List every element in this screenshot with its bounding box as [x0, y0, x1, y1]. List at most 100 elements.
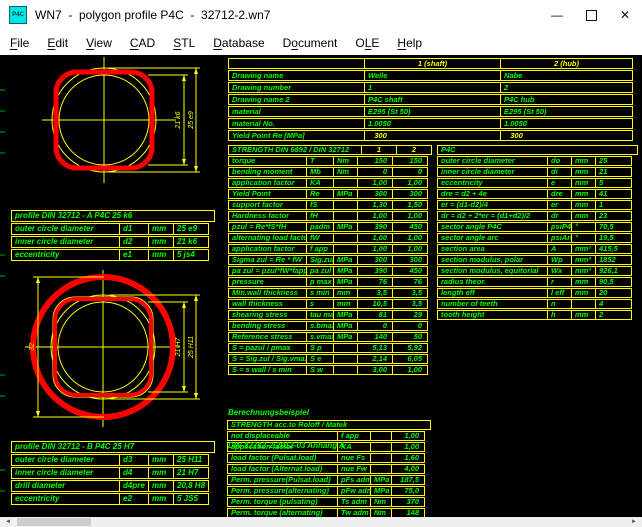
table-cell: s [306, 299, 334, 309]
table-cell [333, 244, 358, 254]
hub-dim-outer-label: 32 [29, 343, 36, 351]
horizontal-scrollbar[interactable]: ◄ ► [0, 517, 642, 527]
table-cell: 390 [357, 222, 393, 232]
table-cell: Hardness factor [228, 211, 307, 221]
minimize-button[interactable]: — [540, 0, 574, 30]
table-row: outer circle diameterdomm25 [437, 156, 638, 166]
maximize-button[interactable] [574, 0, 608, 30]
table-row: outer circle diameterd3mm25 H11 [11, 454, 215, 466]
table-cell: P4C [437, 145, 638, 155]
table-cell: d4 [119, 467, 149, 479]
table-cell: 1,00 [391, 442, 425, 452]
menu-item-edit[interactable]: Edit [38, 33, 77, 53]
table-cell: e [547, 178, 572, 188]
menu-item-view[interactable]: View [77, 33, 121, 53]
table-cell: 300 [392, 255, 428, 265]
table-row: pressurep maxMPa7676 [228, 277, 432, 287]
scroll-left-arrow-icon[interactable]: ◄ [0, 517, 16, 527]
table-cell: d1 [119, 223, 149, 235]
table-cell: do [547, 156, 572, 166]
table-cell: 1 (shaft) [364, 58, 501, 69]
table-cell: drill diameter [11, 480, 120, 492]
scrollbar-track[interactable] [16, 517, 626, 527]
table-row: profile DIN 32712 - B P4C 25 H7 [11, 441, 215, 453]
table-cell: 41 [595, 189, 632, 199]
close-button[interactable]: ✕ [608, 0, 642, 30]
table-cell: 20 [595, 288, 632, 298]
table-cell: Yield Point Re [MPa] [228, 130, 365, 141]
table-cell: MPa [333, 332, 358, 342]
table-cell: 926,1 [595, 266, 632, 276]
table-cell: mm [571, 200, 596, 210]
hub-dim-inner-label: 21 H7 [175, 337, 182, 358]
menu-item-document[interactable]: Document [274, 33, 347, 53]
table-row: dre = d2 + 4edremm41 [437, 189, 638, 199]
table-cell: 415,5 [595, 244, 632, 254]
table-cell: er = (d1-d2)/4 [437, 200, 548, 210]
menu-item-help[interactable]: Help [388, 33, 431, 53]
table-cell: eccentricity [437, 178, 548, 188]
table-row: Perm. pressure(Pulsat.load)pFs admMPa187… [227, 475, 431, 485]
table-row: torqueTNm150150 [228, 156, 432, 166]
table-cell: r [547, 277, 572, 287]
note-line-1: Berechnungsbeispiel [228, 407, 345, 418]
table-row: application factorKA1,001,00 [228, 178, 432, 188]
table-cell: Drawing name [228, 70, 365, 81]
table-cell: 2 (hub) [500, 58, 633, 69]
table-row: profile DIN 32712 - A P4C 25 k6 [11, 210, 215, 222]
menu-item-file[interactable]: File [1, 33, 38, 53]
table-cell: outer circle diameter [11, 454, 120, 466]
table-cell: ° [571, 222, 596, 232]
table-row: application factorf app1,001,00 [228, 244, 432, 254]
table-cell: 1,00 [357, 211, 393, 221]
menu-item-stl[interactable]: STL [164, 33, 204, 53]
table-cell: 300 [357, 255, 393, 265]
app-icon: P4C [9, 6, 27, 24]
table-cell: 140 [357, 332, 393, 342]
table-cell: 1,00 [392, 211, 428, 221]
table-cell: Yield Point [228, 189, 307, 199]
scroll-right-arrow-icon[interactable]: ► [626, 517, 642, 527]
table-cell: length eff [437, 288, 548, 298]
table-cell: mm [148, 467, 174, 479]
table-row: Perm. torque (pulsating)Ts admNm370 [227, 497, 431, 507]
table-cell [571, 299, 596, 309]
cad-canvas: 21 k6 25 e9 [0, 55, 642, 517]
table-cell: mm [571, 310, 596, 320]
table-cell: pzul = Re*fS*fH [228, 222, 307, 232]
table-cell: psiP4C [547, 222, 572, 232]
table-row: pzul = Re*fS*fHpadmMPa390450 [228, 222, 432, 232]
table-row: number of teethn4 [437, 299, 638, 309]
menu-item-ole[interactable]: OLE [346, 33, 388, 53]
table-row: Drawing nameWelleNabe [228, 70, 633, 81]
menu-item-database[interactable]: Database [204, 33, 273, 53]
table-cell: Wp [547, 255, 572, 265]
table-cell: 2,14 [357, 354, 393, 364]
table-cell: wall thickness [228, 299, 307, 309]
table-row: Hardness factorfH1,001,00 [228, 211, 432, 221]
table-cell: alternating load factor [228, 233, 307, 243]
table-cell: T [306, 156, 334, 166]
table-row: drill diameterd4premm20,8 H8 [11, 480, 215, 492]
table-cell: dre [547, 189, 572, 199]
table-cell: dr = d2 + 2*er = (d1+d2)/2 [437, 211, 548, 221]
table-cell: mm [333, 288, 358, 298]
table-cell [333, 233, 358, 243]
menu-item-cad[interactable]: CAD [121, 33, 164, 53]
table-cell: mm [148, 480, 174, 492]
table-cell: profile DIN 32712 - A P4C 25 k6 [11, 210, 215, 222]
table-row: support factorfS1,301,50 [228, 200, 432, 210]
profile-a-table: profile DIN 32712 - A P4C 25 k6outer cir… [11, 210, 215, 261]
table-cell: sector angle P4C [437, 222, 548, 232]
table-row: 1 (shaft)2 (hub) [228, 58, 633, 69]
table-cell: support factor [228, 200, 307, 210]
scrollbar-thumb[interactable] [17, 518, 91, 526]
table-cell: 300 [357, 189, 393, 199]
table-cell: inner circle diameter [11, 236, 120, 248]
table-cell: Perm. torque (alternating) [227, 508, 338, 517]
table-cell: S = s wall / s min [228, 365, 307, 375]
table-cell: di [547, 167, 572, 177]
table-row: materialE295 (St 50)E295 (St 50) [228, 106, 633, 117]
table-cell: torque [228, 156, 307, 166]
table-cell: mm² [571, 244, 596, 254]
